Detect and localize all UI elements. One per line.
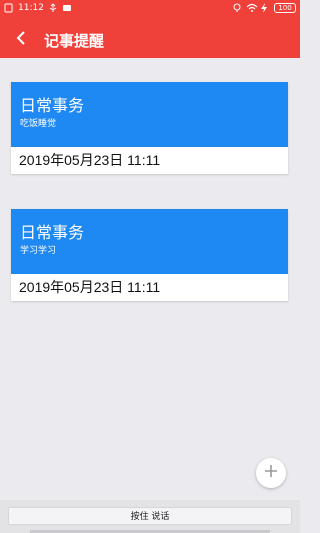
status-bar-right: 100 [232,3,296,13]
status-time: 11:12 [18,3,44,13]
charging-icon [260,3,270,13]
add-note-button[interactable] [256,458,286,488]
chevron-left-icon [15,30,27,49]
status-bar-left: 11:12 [4,3,72,13]
note-card-header: 日常事务 吃饭睡觉 [11,82,288,147]
location-icon [232,3,242,13]
sim-card-icon [4,3,14,13]
bottom-bar: 按住 说话 [0,500,300,533]
usb-icon [48,3,58,13]
note-content: 学习学习 [20,246,57,256]
plus-icon [263,463,279,483]
note-title: 日常事务 [20,96,85,115]
status-bar: 11:12 100 [0,0,300,20]
wifi-icon [246,3,258,13]
note-card[interactable]: 日常事务 吃饭睡觉 2019年05月23日 11:11 [11,82,288,174]
app-bar: 记事提醒 [0,20,300,58]
battery-indicator: 100 [274,3,296,13]
note-card[interactable]: 日常事务 学习学习 2019年05月23日 11:11 [11,209,288,301]
note-date: 2019年05月23日 11:11 [19,279,161,295]
note-content: 吃饭睡觉 [20,119,57,129]
note-card-header: 日常事务 学习学习 [11,209,288,274]
notification-icon [62,3,72,13]
page-title: 记事提醒 [44,32,105,50]
note-date: 2019年05月23日 11:11 [19,152,161,168]
hold-to-talk-button[interactable]: 按住 说话 [8,507,292,525]
note-title: 日常事务 [20,223,85,242]
back-button[interactable] [10,28,32,50]
